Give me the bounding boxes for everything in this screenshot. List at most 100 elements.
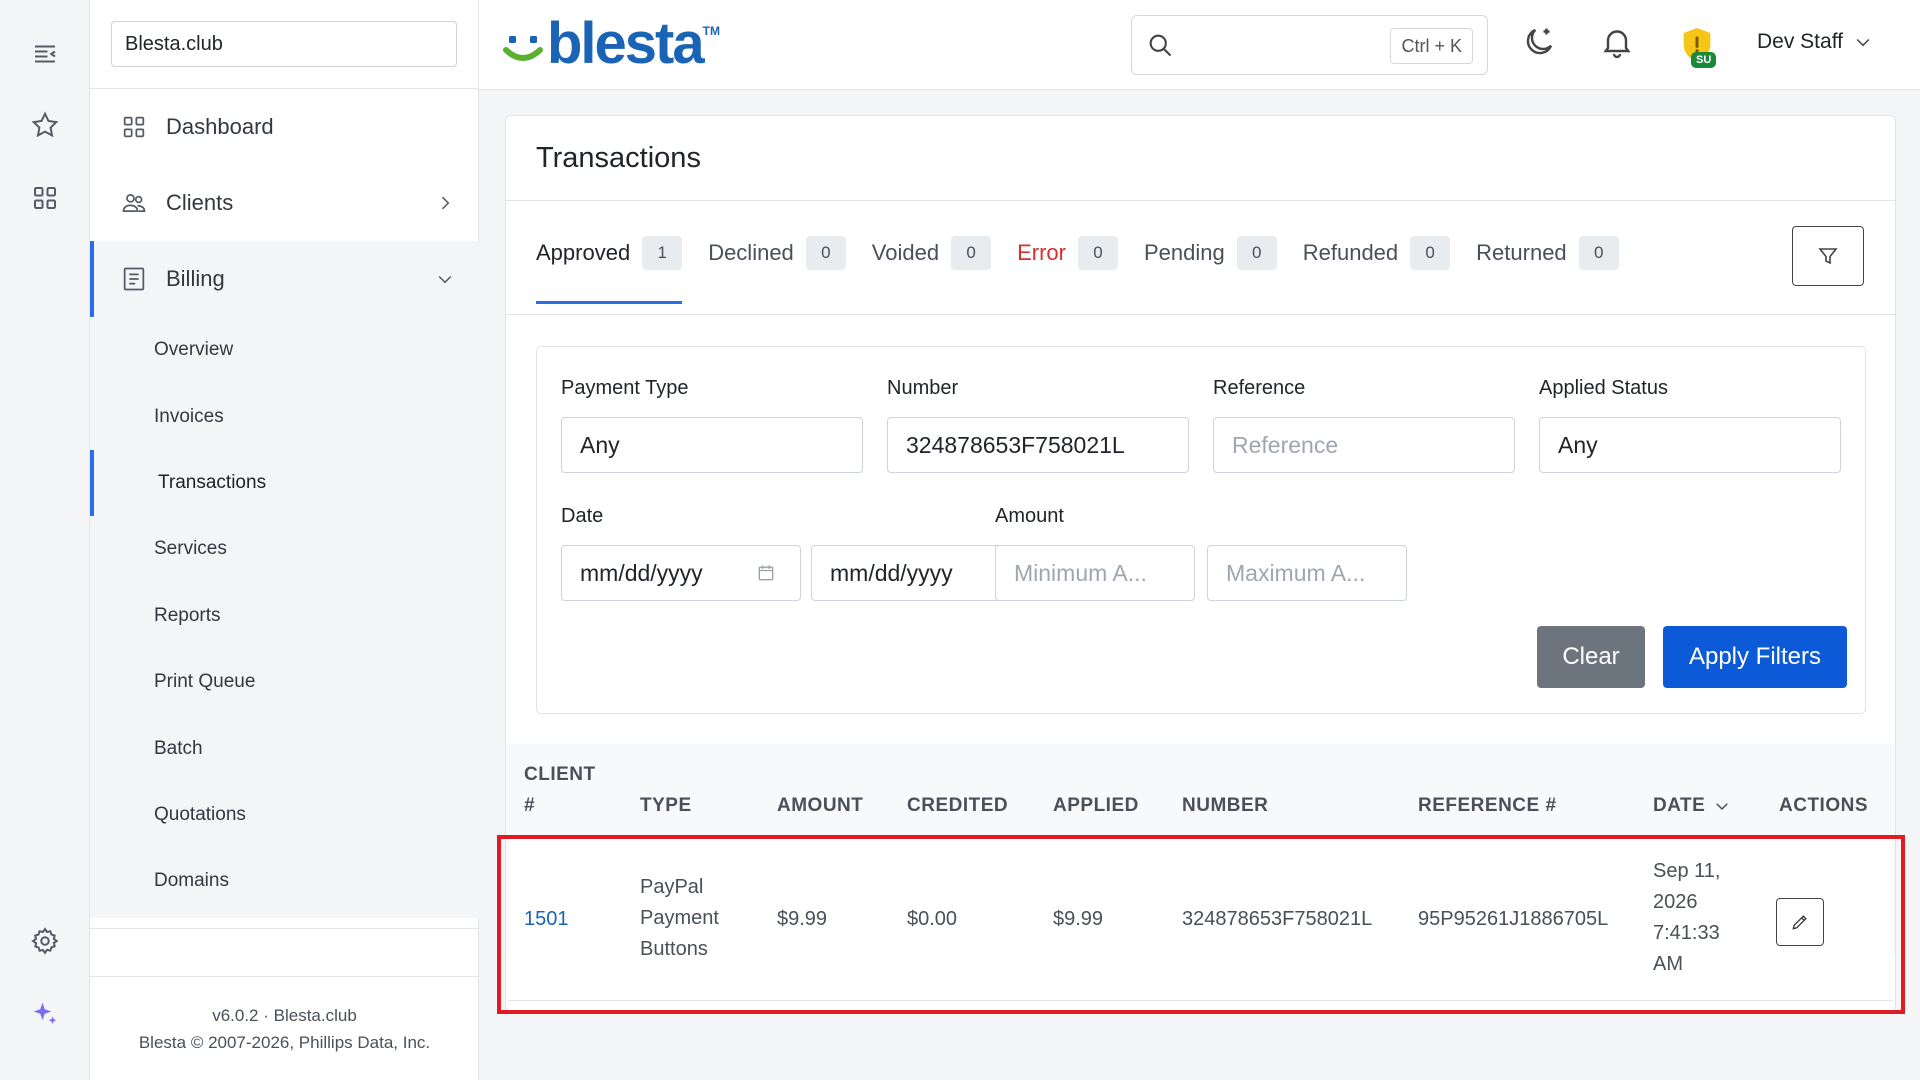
tab-returned[interactable]: Returned 0 <box>1476 236 1619 304</box>
filter-toggle-button[interactable] <box>1792 226 1864 286</box>
sidebar-divider <box>90 928 479 929</box>
ai-sparkle-icon[interactable] <box>25 994 65 1034</box>
chevron-down-icon <box>435 269 455 289</box>
logo-smile-icon <box>503 36 543 61</box>
filter-funnel-icon <box>1818 248 1838 265</box>
sidebar-footer: v6.0.2 · Blesta.club Blesta © 2007-2026,… <box>90 1002 479 1056</box>
tab-declined[interactable]: Declined 0 <box>708 236 846 304</box>
logo-trademark: TM <box>702 24 720 38</box>
chevron-right-icon <box>435 193 455 213</box>
amount-cell: $9.99 <box>777 908 828 930</box>
tab-count-badge: 0 <box>805 236 846 270</box>
column-header-date[interactable]: DATE <box>1653 790 1731 821</box>
page-title: Transactions <box>536 142 701 174</box>
tab-error[interactable]: Error 0 <box>1017 236 1118 304</box>
tab-count-badge: 1 <box>642 236 683 270</box>
amount-min-input[interactable]: Minimum A... <box>995 545 1195 601</box>
sidebar-subitem-invoices[interactable]: Invoices <box>90 384 479 450</box>
notifications-bell-icon[interactable] <box>1599 24 1635 60</box>
dashboard-icon <box>120 113 148 141</box>
user-name: Dev Staff <box>1757 30 1843 53</box>
status-tabs: Approved 1 Declined 0 Voided 0 Error 0 P… <box>536 236 1645 304</box>
version-text: v6.0.2 · Blesta.club <box>212 1006 357 1025</box>
reference-cell: 95P95261J1886705L <box>1418 908 1609 930</box>
client-id-link[interactable]: 1501 <box>524 904 569 935</box>
apply-filters-button[interactable]: Apply Filters <box>1663 626 1847 688</box>
edit-transaction-button[interactable] <box>1776 898 1824 946</box>
type-cell: PayPal Payment Buttons <box>640 876 719 960</box>
chevron-down-icon <box>1856 38 1870 47</box>
clear-filters-button[interactable]: Clear <box>1537 626 1645 688</box>
column-header-client[interactable]: CLIENT # <box>524 759 596 821</box>
sidebar-item-label: Dashboard <box>166 114 274 139</box>
tab-pending[interactable]: Pending 0 <box>1144 236 1277 304</box>
user-menu[interactable]: Dev Staff <box>1757 30 1873 54</box>
number-input[interactable]: 324878653F758021L <box>887 417 1189 473</box>
applied-status-label: Applied Status <box>1539 377 1668 399</box>
amount-label: Amount <box>995 505 1064 527</box>
sidebar-subitem-transactions[interactable]: Transactions <box>90 450 479 516</box>
column-header-type[interactable]: TYPE <box>640 790 692 821</box>
tab-count-badge: 0 <box>1578 236 1619 270</box>
menu-collapse-icon[interactable] <box>25 34 65 74</box>
column-header-number[interactable]: NUMBER <box>1182 790 1268 821</box>
reference-input[interactable]: Reference <box>1213 417 1515 473</box>
sidebar-subitem-reports[interactable]: Reports <box>90 583 479 649</box>
tab-count-badge: 0 <box>951 236 992 270</box>
date-end-input[interactable]: mm/dd/yyyy <box>811 545 1011 601</box>
sidebar-item-dashboard[interactable]: Dashboard <box>90 89 479 165</box>
sidebar-subitem-domains[interactable]: Domains <box>90 848 479 914</box>
tab-approved[interactable]: Approved 1 <box>536 236 683 304</box>
sidebar-subitem-batch[interactable]: Batch <box>90 716 479 782</box>
copyright-text: Blesta © 2007-2026, Phillips Data, Inc. <box>138 1033 431 1052</box>
sidebar-item-label: Clients <box>166 190 234 215</box>
tab-count-badge: 0 <box>1077 236 1118 270</box>
dark-mode-moon-icon[interactable] <box>1521 24 1557 60</box>
calendar-icon[interactable] <box>756 563 776 583</box>
payment-type-label: Payment Type <box>561 377 689 399</box>
payment-type-select[interactable]: Any <box>561 417 863 473</box>
superuser-badge: SU <box>1691 52 1717 68</box>
sidebar-subitem-overview[interactable]: Overview <box>90 317 479 383</box>
search-input[interactable]: Ctrl + K <box>1131 15 1488 75</box>
date-start-input[interactable]: mm/dd/yyyy <box>561 545 801 601</box>
transactions-card: Transactions Approved 1 Declined 0 Voide… <box>505 115 1896 1012</box>
sidebar-item-billing[interactable]: Billing <box>90 241 479 317</box>
credited-cell: $0.00 <box>907 908 958 930</box>
date-label: Date <box>561 505 604 527</box>
favorites-star-icon[interactable] <box>25 105 65 145</box>
tab-refunded[interactable]: Refunded 0 <box>1303 236 1451 304</box>
sidebar-divider <box>90 976 479 977</box>
logo-text: blesta <box>547 11 705 76</box>
search-shortcut-hint: Ctrl + K <box>1390 28 1473 64</box>
settings-gear-icon[interactable] <box>25 921 65 961</box>
reference-label: Reference <box>1213 377 1306 399</box>
applied-status-select[interactable]: Any <box>1539 417 1841 473</box>
blesta-logo[interactable]: blesta TM <box>501 14 720 74</box>
top-header: blesta TM Ctrl + K SU Dev Staff <box>479 0 1920 90</box>
column-header-reference[interactable]: REFERENCE # <box>1418 790 1557 821</box>
tab-count-badge: 0 <box>1236 236 1277 270</box>
sidebar-item-clients[interactable]: Clients <box>90 165 479 241</box>
sidebar-subitem-services[interactable]: Services <box>90 516 479 582</box>
company-selector[interactable]: Blesta.club <box>111 21 457 67</box>
search-icon <box>1146 31 1174 59</box>
card-divider <box>506 200 1895 201</box>
column-header-applied[interactable]: APPLIED <box>1053 790 1139 821</box>
column-header-credited[interactable]: CREDITED <box>907 790 1008 821</box>
sidebar-item-label: Billing <box>166 266 225 291</box>
tab-voided[interactable]: Voided 0 <box>872 236 992 304</box>
apps-grid-icon[interactable] <box>25 178 65 218</box>
column-header-amount[interactable]: AMOUNT <box>777 790 863 821</box>
clients-icon <box>120 189 148 217</box>
icon-rail <box>0 0 90 1080</box>
sidebar-subitem-print-queue[interactable]: Print Queue <box>90 649 479 715</box>
amount-max-input[interactable]: Maximum A... <box>1207 545 1407 601</box>
sidebar-subitem-quotations[interactable]: Quotations <box>90 782 479 848</box>
pencil-icon <box>1792 915 1807 930</box>
filter-panel: Payment Type Any Number 324878653F758021… <box>536 346 1866 714</box>
sidebar: Blesta.club Dashboard Clients Billing Ov… <box>90 0 479 1080</box>
billing-icon <box>120 265 148 293</box>
date-cell: Sep 11, 2026 7:41:33 AM <box>1653 860 1721 975</box>
number-label: Number <box>887 377 959 399</box>
